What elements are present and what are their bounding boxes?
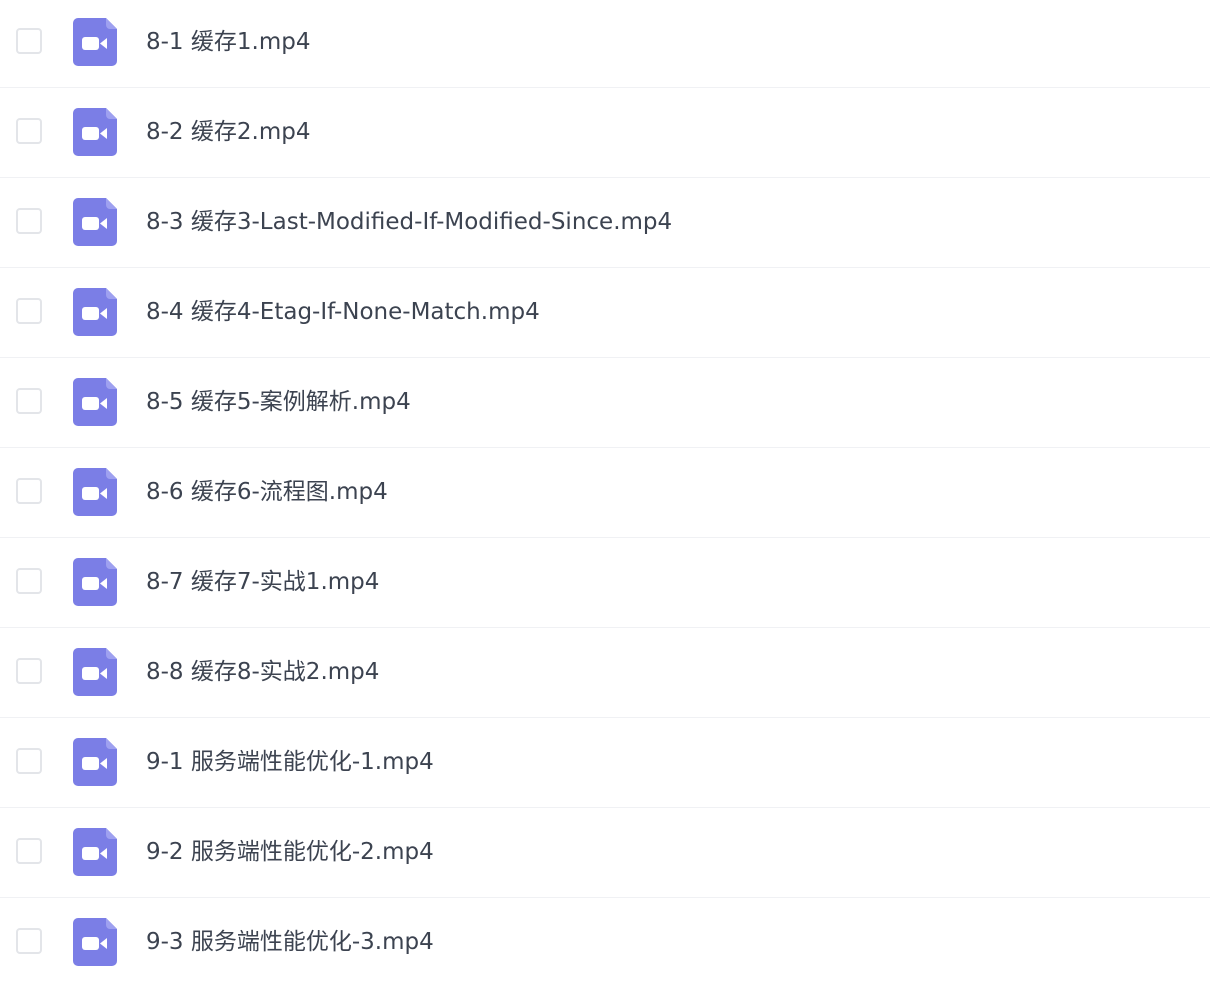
file-checkbox[interactable]: [16, 208, 42, 234]
file-checkbox[interactable]: [16, 388, 42, 414]
file-name[interactable]: 8-7 缓存7-实战1.mp4: [146, 567, 379, 597]
file-checkbox[interactable]: [16, 568, 42, 594]
file-row[interactable]: 8-8 缓存8-实战2.mp4: [0, 628, 1210, 718]
video-file-icon: [73, 468, 117, 516]
file-checkbox[interactable]: [16, 748, 42, 774]
file-row[interactable]: 8-7 缓存7-实战1.mp4: [0, 538, 1210, 628]
file-name[interactable]: 9-1 服务端性能优化-1.mp4: [146, 747, 434, 777]
file-row[interactable]: 8-5 缓存5-案例解析.mp4: [0, 358, 1210, 448]
file-checkbox[interactable]: [16, 118, 42, 144]
file-name[interactable]: 8-4 缓存4-Etag-If-None-Match.mp4: [146, 297, 540, 327]
file-name[interactable]: 8-5 缓存5-案例解析.mp4: [146, 387, 411, 417]
file-list: 8-1 缓存1.mp4 8-2 缓存2.mp4 8-3 缓存3-Last-Mod…: [0, 0, 1210, 988]
video-file-icon: [73, 378, 117, 426]
file-name[interactable]: 8-2 缓存2.mp4: [146, 117, 310, 147]
video-file-icon: [73, 18, 117, 66]
video-file-icon: [73, 558, 117, 606]
file-name[interactable]: 8-6 缓存6-流程图.mp4: [146, 477, 388, 507]
file-row[interactable]: 8-2 缓存2.mp4: [0, 88, 1210, 178]
video-file-icon: [73, 198, 117, 246]
video-file-icon: [73, 288, 117, 336]
file-checkbox[interactable]: [16, 658, 42, 684]
file-row[interactable]: 9-3 服务端性能优化-3.mp4: [0, 898, 1210, 988]
video-file-icon: [73, 648, 117, 696]
file-name[interactable]: 9-3 服务端性能优化-3.mp4: [146, 927, 434, 957]
file-checkbox[interactable]: [16, 298, 42, 324]
file-row[interactable]: 9-1 服务端性能优化-1.mp4: [0, 718, 1210, 808]
file-name[interactable]: 9-2 服务端性能优化-2.mp4: [146, 837, 434, 867]
file-name[interactable]: 8-8 缓存8-实战2.mp4: [146, 657, 379, 687]
video-file-icon: [73, 738, 117, 786]
file-row[interactable]: 8-6 缓存6-流程图.mp4: [0, 448, 1210, 538]
file-row[interactable]: 8-1 缓存1.mp4: [0, 0, 1210, 88]
file-row[interactable]: 8-3 缓存3-Last-Modified-If-Modified-Since.…: [0, 178, 1210, 268]
file-name[interactable]: 8-1 缓存1.mp4: [146, 27, 310, 57]
file-checkbox[interactable]: [16, 838, 42, 864]
video-file-icon: [73, 828, 117, 876]
file-checkbox[interactable]: [16, 28, 42, 54]
video-file-icon: [73, 108, 117, 156]
file-row[interactable]: 9-2 服务端性能优化-2.mp4: [0, 808, 1210, 898]
file-checkbox[interactable]: [16, 478, 42, 504]
video-file-icon: [73, 918, 117, 966]
file-checkbox[interactable]: [16, 928, 42, 954]
file-row[interactable]: 8-4 缓存4-Etag-If-None-Match.mp4: [0, 268, 1210, 358]
file-name[interactable]: 8-3 缓存3-Last-Modified-If-Modified-Since.…: [146, 207, 672, 237]
